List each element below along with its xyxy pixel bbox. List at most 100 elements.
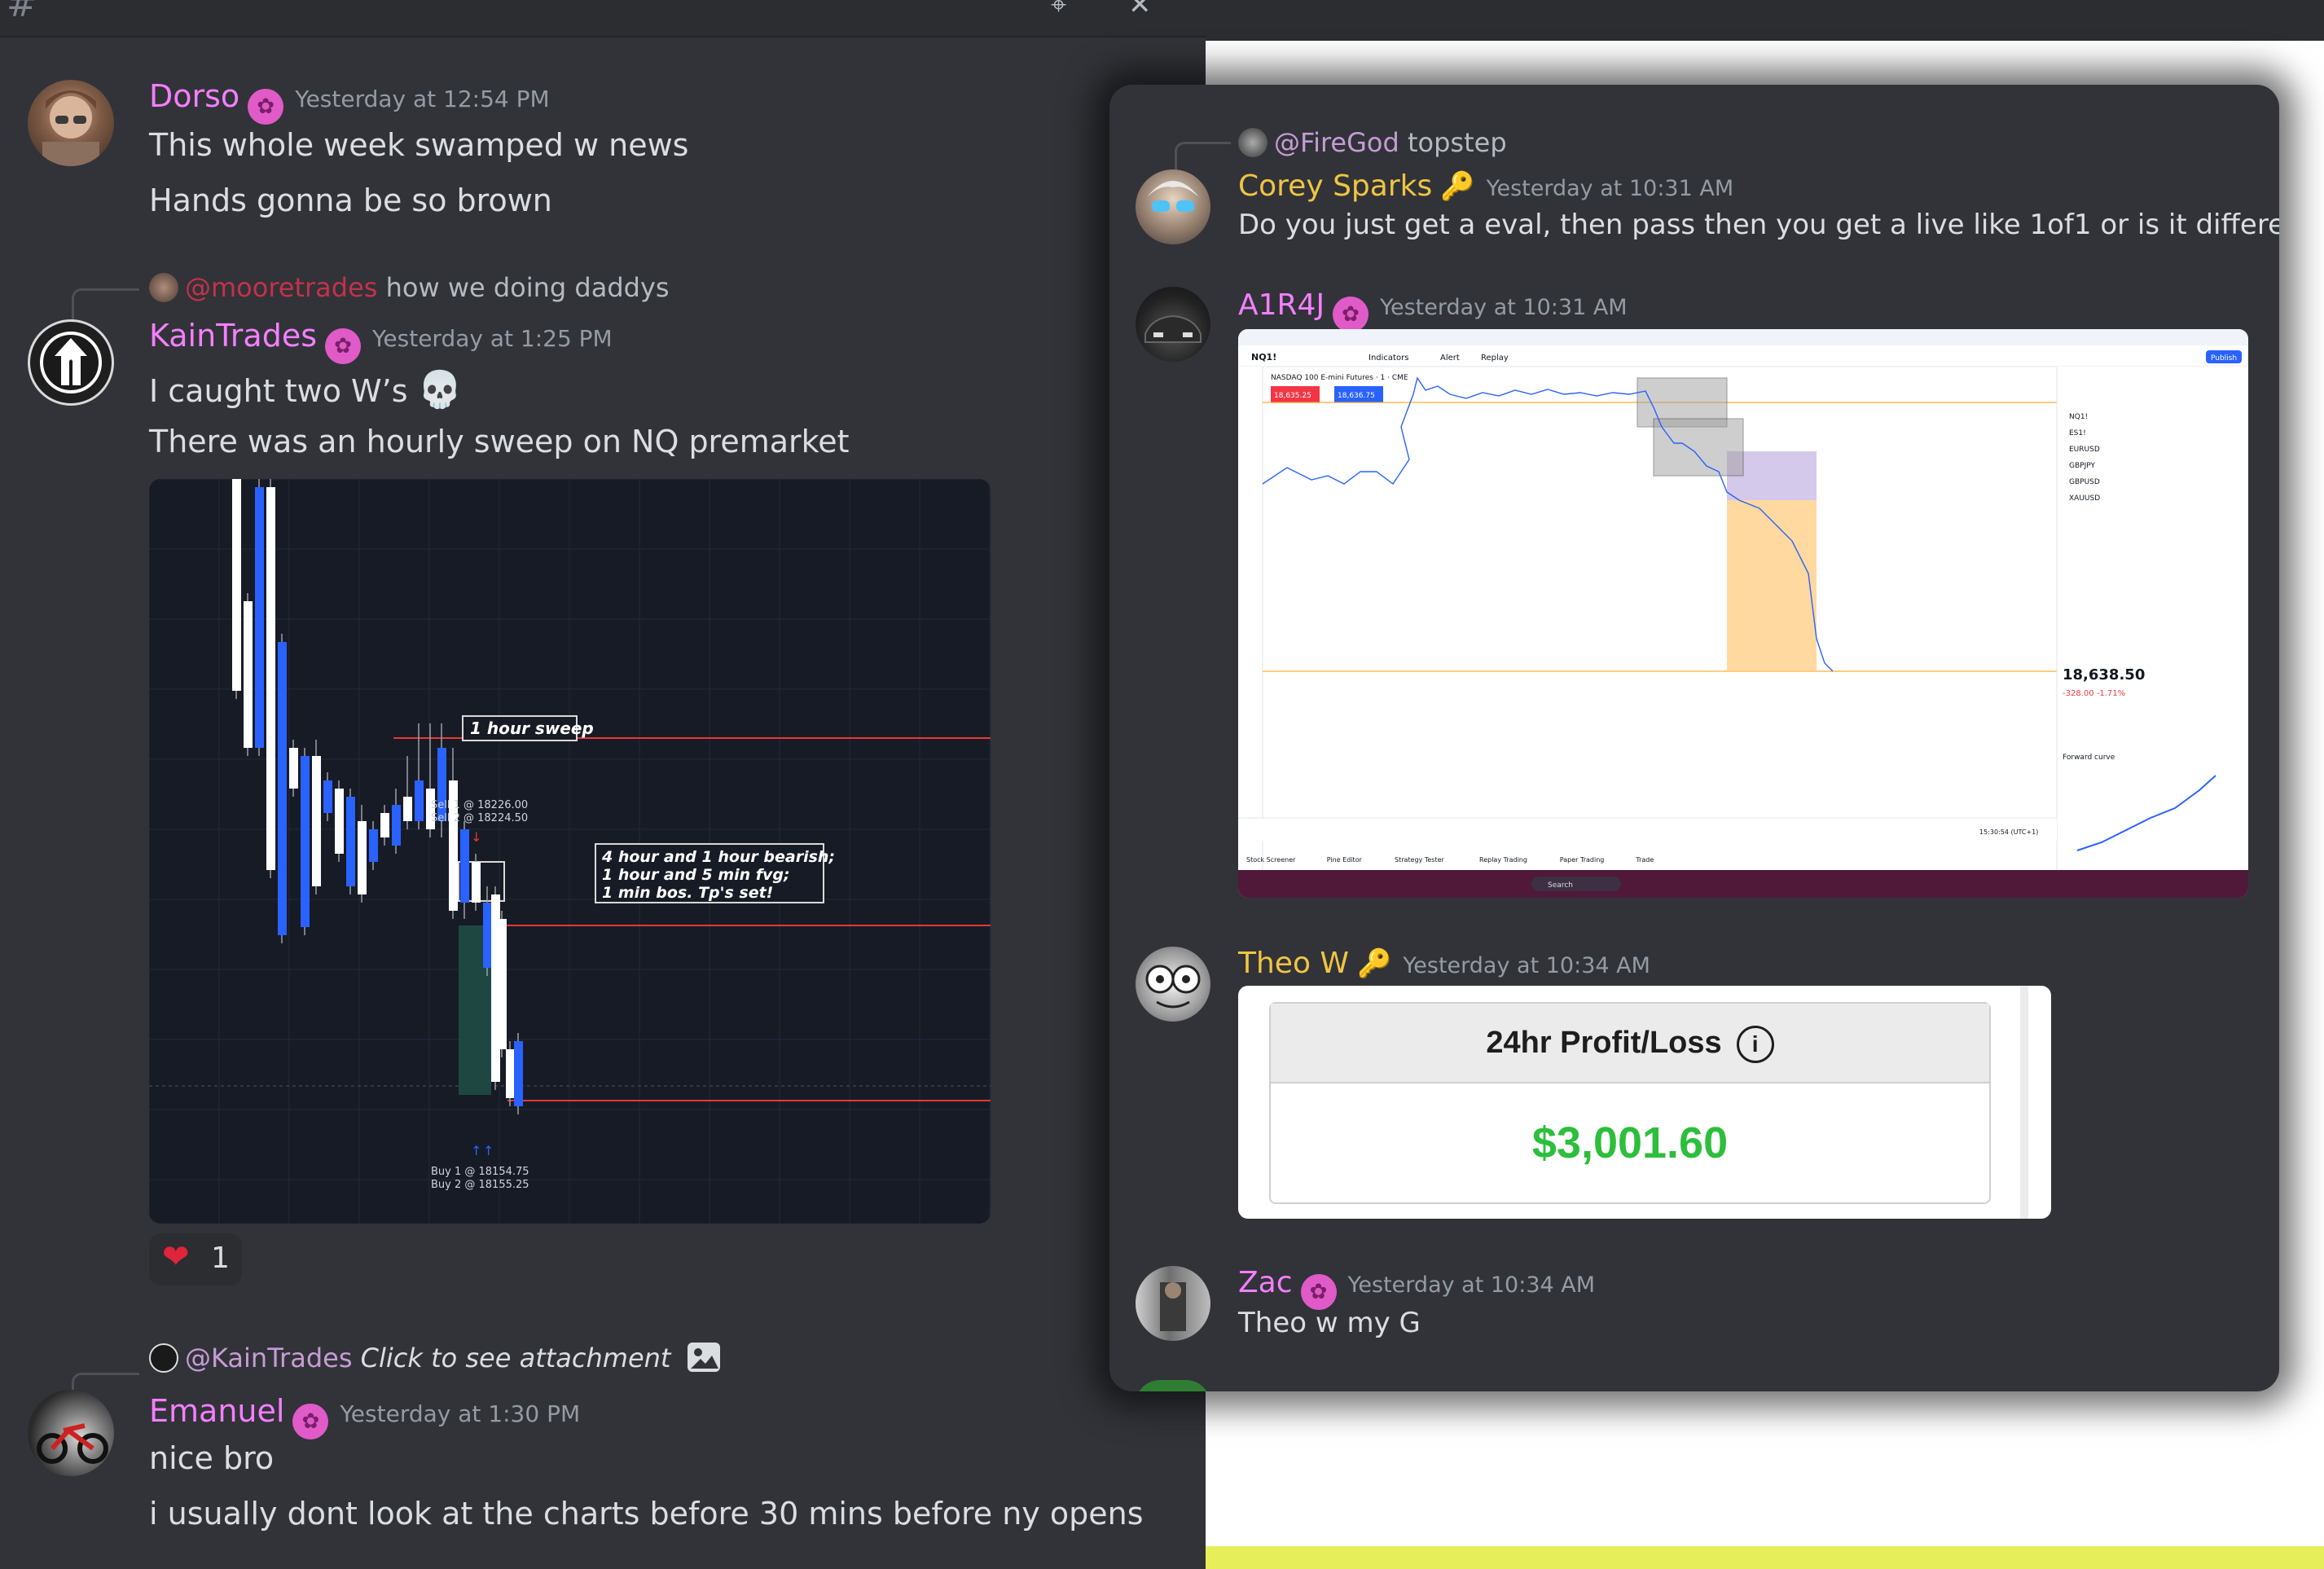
tv-publish-button: Publish [2211, 354, 2237, 363]
candle-body [514, 1041, 523, 1106]
message-line: I caught two W’s 💀 [149, 368, 462, 411]
tv-symbol-title: NASDAQ 100 E-mini Futures · 1 · CME [1271, 374, 1408, 382]
avatar-photo [42, 90, 99, 166]
background-bar [1206, 0, 2324, 41]
avatar[interactable] [1136, 287, 1210, 362]
timestamp: Yesterday at 12:54 PM [295, 86, 550, 112]
username[interactable]: Dorso [149, 78, 239, 114]
tv-bottom-tab: Stock Screener [1246, 856, 1296, 864]
bias-annotation-1: 4 hour and 1 hour bearish; [601, 848, 835, 866]
candle-body [335, 789, 344, 854]
timestamp: Yesterday at 10:31 AM [1380, 295, 1628, 320]
buy-arrow-icon: ↑ [483, 1143, 494, 1158]
info-icon: i [1736, 1025, 1774, 1063]
avatar[interactable] [28, 80, 114, 166]
buy-arrow-icon: ↑ [471, 1143, 481, 1158]
candle-body [369, 829, 378, 862]
candle-body [232, 479, 241, 691]
skull-emoji-icon: 💀 [417, 369, 463, 411]
candlestick-chart: 1 hour sweep 4 hour and 1 hour bearish; … [149, 479, 991, 1224]
reaction-count: 1 [211, 1242, 230, 1275]
avatar-photo [1147, 181, 1199, 212]
tv-watchlist-item: XAUUSD [2069, 494, 2100, 503]
avatar[interactable] [1136, 169, 1210, 244]
avatar-photo [1160, 1282, 1186, 1331]
avatar[interactable] [1136, 947, 1210, 1022]
reply-text: topstep [1407, 127, 1507, 158]
avatar-mini [149, 273, 178, 302]
message-text: Hands gonna be so brown [149, 182, 552, 218]
candle-body [415, 780, 424, 821]
message-text: Do you just get a eval, then pass then y… [1238, 209, 2279, 241]
avatar[interactable] [28, 1390, 114, 1476]
candle-body [472, 862, 481, 903]
tv-change: -328.00 -1.71% [2063, 689, 2125, 698]
message-text: This whole week swamped w news [149, 127, 689, 163]
tv-toolbar-2: Alert [1440, 354, 1460, 363]
tv-forward-curve: Forward curve [2063, 754, 2115, 762]
candle-body [289, 748, 298, 789]
pin-icon[interactable]: ⌖ [1051, 0, 1066, 21]
tradingview-attachment[interactable]: NQ1! Indicators Alert Replay Publish NAS… [1238, 329, 2248, 898]
tv-buy-price: 18,636.75 [1338, 392, 1375, 400]
pnl-attachment[interactable]: 24hr Profit/Loss i $3,001.60 [1238, 986, 2051, 1219]
chart-attachment[interactable]: 1 hour sweep 4 hour and 1 hour bearish; … [149, 479, 991, 1224]
reply-text: Click to see attachment [360, 1343, 671, 1373]
reply-preview[interactable]: @FireGod topstep [1238, 127, 1507, 158]
message-header: Corey Sparks 🔑 Yesterday at 10:31 AM [1238, 169, 1733, 203]
candle-body [506, 1049, 515, 1098]
reply-mention[interactable]: @FireGod [1274, 127, 1399, 158]
avatar-mini [1238, 128, 1267, 157]
candle-body [380, 813, 389, 837]
avatar[interactable] [28, 319, 114, 406]
message-popup: @FireGod topstep Corey Sparks 🔑 Yesterday … [1109, 85, 2279, 1391]
tv-sell-price: 18,635.25 [1274, 392, 1311, 400]
image-icon [687, 1343, 720, 1372]
candle-body [266, 487, 275, 870]
key-icon: 🔑 [1440, 170, 1475, 203]
username[interactable]: A1R4J [1238, 288, 1325, 322]
role-badge-icon: ✿ [325, 328, 362, 364]
message-header: Zac ✿ Yesterday at 10:34 AM [1238, 1266, 1595, 1310]
reply-preview[interactable]: @mooretrades how we doing daddys [149, 272, 670, 303]
timestamp: Yesterday at 1:30 PM [340, 1400, 581, 1427]
reply-mention[interactable]: @mooretrades [185, 272, 377, 303]
next-message-peek [1136, 1380, 1210, 1391]
message-header: Theo W 🔑 Yesterday at 10:34 AM [1238, 947, 1650, 980]
mute-icon[interactable]: ✕ [1128, 0, 1152, 21]
sell-arrow-icon: ↓ [471, 829, 481, 845]
bias-annotation-3: 1 min bos. Tp's set! [602, 884, 773, 902]
username[interactable]: Emanuel [149, 1393, 284, 1429]
reply-preview[interactable]: @KainTrades Click to see attachment [149, 1343, 720, 1373]
tv-bottom-tab: Trade [1635, 856, 1654, 864]
message-text: i usually dont look at the charts before… [149, 1496, 1144, 1532]
message-text: Theo w my G [1238, 1307, 1421, 1339]
role-badge-icon: ✿ [1333, 297, 1369, 332]
candle-body [346, 797, 355, 886]
username[interactable]: KainTrades [149, 318, 317, 354]
pnl-title: 24hr Profit/Loss [1486, 1026, 1722, 1060]
candle-body [358, 821, 367, 894]
username[interactable]: Corey Sparks [1238, 169, 1432, 203]
tv-bottom-tab: Replay Trading [1479, 856, 1527, 864]
username[interactable]: Zac [1238, 1266, 1293, 1299]
timestamp: Yesterday at 10:34 AM [1403, 953, 1650, 978]
avatar[interactable] [1136, 1266, 1210, 1341]
key-icon: 🔑 [1357, 947, 1392, 980]
bias-label: 4 hour and 1 hour bearish; 1 hour and 5 … [595, 843, 835, 903]
candle-body [483, 903, 492, 968]
candle-body [498, 919, 507, 1049]
channel-header: # ⌖ ✕ [0, 0, 1206, 37]
hash-icon: # [7, 0, 37, 25]
pnl-widget: 24hr Profit/Loss i $3,001.60 [1269, 1002, 1991, 1204]
tv-watchlist-item: ES1! [2069, 429, 2086, 437]
background-strip [1206, 1546, 2324, 1569]
username[interactable]: Theo W [1238, 947, 1349, 980]
candle-body [301, 756, 310, 927]
reaction-heart[interactable]: ❤ 1 [149, 1233, 242, 1286]
chat-panel: # ⌖ ✕ Dorso ✿ Yesterday at 12:54 PM This w… [0, 0, 1206, 1569]
tv-clock: 15:30:54 (UTC+1) [1979, 828, 2038, 836]
scrollbar-track[interactable] [2020, 986, 2028, 1219]
tv-bottom-tab: Pine Editor [1327, 856, 1363, 864]
reply-mention[interactable]: @KainTrades [185, 1343, 352, 1373]
